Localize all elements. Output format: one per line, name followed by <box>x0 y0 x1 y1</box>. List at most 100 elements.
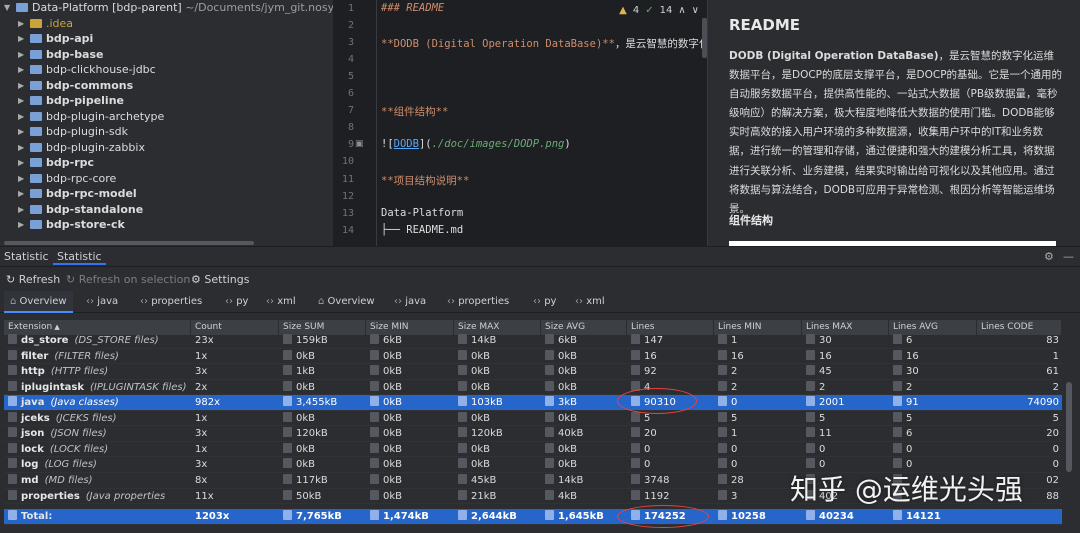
cell-min: 6kB <box>366 333 454 348</box>
table-row[interactable]: java (Java classes) 982x 3,455kB 0kB 103kB 3kB… <box>4 395 1062 411</box>
chevron-down-icon[interactable]: ▼ <box>4 0 10 15</box>
table-row[interactable]: jceks (JCEKS files) 1x 0kB 0kB 0kB 0kB 5 5 5 5 5 <box>4 411 1062 427</box>
tab-java[interactable]: ‹› java <box>388 291 432 313</box>
project-item[interactable]: ▶ bdp-commons <box>0 78 333 94</box>
column-header-label: Count <box>195 322 222 332</box>
cell-value: 40234 <box>819 511 854 522</box>
project-item[interactable]: ▶ bdp-api <box>0 31 333 47</box>
code-line[interactable]: ├── README.md <box>381 224 463 236</box>
stat-icon <box>718 380 727 391</box>
cell-value: 0kB <box>558 350 578 362</box>
chevron-right-icon[interactable]: ▶ <box>18 140 24 155</box>
table-row[interactable]: json (JSON files) 3x 120kB 0kB 120kB 40kB 20 1 11… <box>4 426 1062 442</box>
refresh-button[interactable]: ↻ Refresh <box>6 273 60 286</box>
cell-min: 0kB <box>366 442 454 457</box>
chevron-right-icon[interactable]: ▶ <box>18 202 24 217</box>
project-item[interactable]: ▶ bdp-plugin-archetype <box>0 109 333 125</box>
chevron-right-icon[interactable]: ▶ <box>18 217 24 232</box>
chevron-right-icon[interactable]: ▶ <box>18 47 24 62</box>
code-line[interactable]: **组件结构** <box>381 104 448 119</box>
table-scrollbar[interactable] <box>1066 382 1072 472</box>
cell-lmin: 1 <box>714 426 802 441</box>
cell-value: 02 <box>1046 474 1059 486</box>
project-item[interactable]: ▶ bdp-rpc-model <box>0 186 333 202</box>
table-row[interactable]: iplugintask (IPLUGINTASK files) 2x 0kB 0kB 0k… <box>4 380 1062 396</box>
chevron-right-icon[interactable]: ▶ <box>18 109 24 124</box>
tab-xml[interactable]: ‹› xml <box>569 291 611 313</box>
chevron-right-icon[interactable]: ▶ <box>18 78 24 93</box>
project-item[interactable]: ▶ bdp-pipeline <box>0 93 333 109</box>
ide-window: ▼ Data-Platform [bdp-parent] ~/Documents… <box>0 0 1080 533</box>
tab-overview[interactable]: ⌂ Overview <box>312 291 381 313</box>
chevron-right-icon[interactable]: ▶ <box>18 16 24 31</box>
project-item[interactable]: ▶ bdp-rpc-core <box>0 171 333 187</box>
chevron-right-icon[interactable]: ▶ <box>18 93 24 108</box>
project-item[interactable]: ▶ bdp-standalone <box>0 202 333 218</box>
tab-properties[interactable]: ‹› properties <box>134 291 208 313</box>
chevron-right-icon[interactable]: ▶ <box>18 171 24 186</box>
chevron-right-icon[interactable]: ▶ <box>18 155 24 170</box>
cell-value: 0kB <box>558 459 578 471</box>
cell-lines: 5 <box>627 411 714 426</box>
cell-sum: 7,765kB <box>279 509 366 524</box>
line-number: 10 <box>341 156 354 168</box>
gear-icon[interactable]: ⚙ <box>1044 250 1054 263</box>
chevron-up-icon[interactable]: ∧ <box>678 5 685 16</box>
refresh-on-selection-button[interactable]: ↻ Refresh on selection <box>66 273 190 286</box>
tab-java[interactable]: ‹› java <box>80 291 124 313</box>
cell-lines: 4 <box>627 380 714 395</box>
table-row[interactable]: http (HTTP files) 3x 1kB 0kB 0kB 0kB 92 2 45 30 61 <box>4 364 1062 380</box>
project-item[interactable]: ▶ bdp-clickhouse-jdbc <box>0 62 333 78</box>
tab-py[interactable]: ‹› py <box>527 291 562 313</box>
tab-py[interactable]: ‹› py <box>219 291 254 313</box>
markdown-editor[interactable]: 1 2 3 4 5 6 7 8 9 ▣ 10 11 12 13 14 ### README **DODB (D… <box>333 0 707 246</box>
code-line[interactable]: **项目结构说明** <box>381 173 469 188</box>
cell-avg: 0kB <box>541 349 627 364</box>
chevron-right-icon[interactable]: ▶ <box>18 186 24 201</box>
cell-value: 45kB <box>471 474 497 486</box>
project-item[interactable]: ▶ .idea <box>0 16 333 32</box>
project-item[interactable]: ▶ bdp-base <box>0 47 333 63</box>
project-item[interactable]: ▶ bdp-rpc <box>0 155 333 171</box>
inspection-widget[interactable]: ▲ 4 ✓ 14 ∧ ∨ <box>619 2 699 18</box>
stat-icon <box>283 427 292 438</box>
minimize-icon[interactable]: — <box>1063 250 1074 263</box>
chevron-right-icon[interactable]: ▶ <box>18 31 24 46</box>
stat-icon <box>806 442 815 453</box>
project-item[interactable]: ▶ bdp-plugin-sdk <box>0 124 333 140</box>
cell-value: 0kB <box>383 443 403 455</box>
extension-description: (Java properties <box>85 490 166 502</box>
chevron-down-icon[interactable]: ∨ <box>692 5 699 16</box>
table-row[interactable]: ds_store (DS_STORE files) 23x 159kB 6kB 14kB 6… <box>4 333 1062 349</box>
project-root[interactable]: ▼ Data-Platform [bdp-parent] ~/Documents… <box>0 0 333 16</box>
settings-button[interactable]: ⚙ Settings <box>191 273 250 286</box>
project-item[interactable]: ▶ bdp-store-ck <box>0 217 333 233</box>
stat-icon <box>283 510 292 520</box>
code-icon: ‹› <box>575 296 587 307</box>
stat-icon <box>283 489 292 500</box>
project-item[interactable]: ▶ bdp-plugin-zabbix <box>0 140 333 156</box>
line-number: 6 <box>347 88 354 100</box>
chevron-right-icon[interactable]: ▶ <box>18 124 24 139</box>
cell-value: 3x <box>195 428 208 440</box>
cell-value: 30 <box>906 366 919 378</box>
code-token: ![ <box>381 138 394 151</box>
stat-icon <box>631 349 640 360</box>
stat-icon <box>545 334 554 344</box>
tab-overview[interactable]: ⌂ Overview <box>4 291 73 313</box>
code-line[interactable]: **DODB (Digital Operation DataBase)**，是云… <box>381 36 707 51</box>
chevron-right-icon[interactable]: ▶ <box>18 62 24 77</box>
table-row[interactable]: lock (LOCK files) 1x 0kB 0kB 0kB 0kB 0 0 0 0 0 <box>4 442 1062 458</box>
cell-lines: 0 <box>627 442 714 457</box>
code-line[interactable]: ### README <box>381 2 444 14</box>
code-line[interactable]: Data-Platform <box>381 207 463 219</box>
tab-xml[interactable]: ‹› xml <box>260 291 302 313</box>
table-row[interactable]: filter (FILTER files) 1x 0kB 0kB 0kB 0kB 16 16 16… <box>4 349 1062 365</box>
tab-properties[interactable]: ‹› properties <box>441 291 515 313</box>
image-icon[interactable]: ▣ <box>355 139 364 149</box>
tab-statistic[interactable]: Statistic <box>53 250 106 265</box>
code-line[interactable]: ![DODB](./doc/images/DODP.png) <box>381 138 571 150</box>
total-row[interactable]: Total: 1203x 7,765kB 1,474kB 2,644kB 1,645kB 1… <box>4 509 1062 525</box>
code-icon: ‹› <box>86 296 98 307</box>
line-number: 7 <box>347 105 354 117</box>
